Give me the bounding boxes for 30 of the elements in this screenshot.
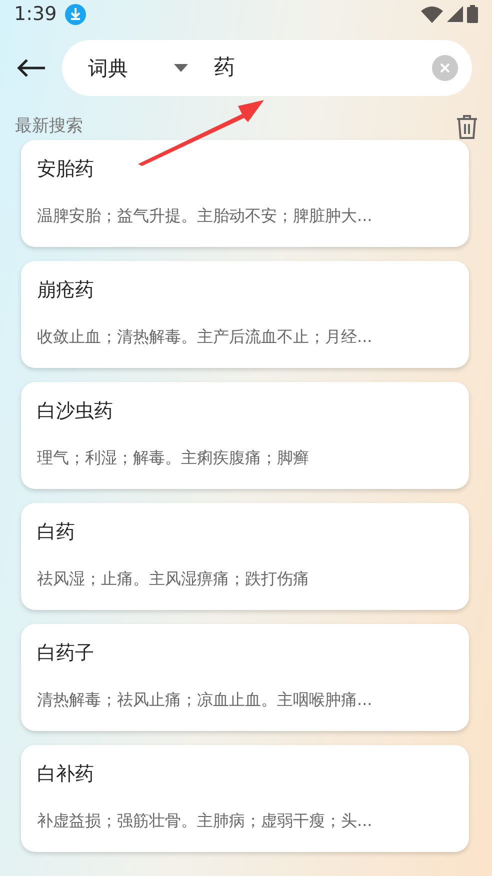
section-title: 最新搜索 — [15, 115, 83, 138]
result-card[interactable]: 白药 祛风湿；止痛。主风湿痹痛；跌打伤痛 — [21, 503, 469, 610]
result-word: 白药 — [37, 520, 76, 545]
result-definition: 温脾安胎；益气升提。主胎动不安；脾脏肿大... — [37, 205, 374, 227]
signal-icon — [447, 6, 463, 22]
close-icon — [440, 62, 450, 72]
result-card[interactable]: 白药子 清热解毒；祛风止痛；凉血止血。主咽喉肿痛... — [21, 624, 469, 731]
back-icon[interactable] — [16, 58, 46, 78]
scope-dropdown[interactable]: 词典 — [88, 52, 174, 82]
result-word: 白药子 — [37, 641, 95, 666]
delete-icon[interactable] — [456, 115, 478, 139]
download-icon — [64, 4, 86, 24]
result-word: 白补药 — [37, 762, 95, 787]
status-time: 1:39 — [14, 2, 57, 27]
search-field[interactable]: 词典 药 — [62, 40, 472, 96]
result-definition: 理气；利湿；解毒。主痢疾腹痛；脚癣 — [37, 447, 310, 469]
result-word: 安胎药 — [37, 157, 95, 182]
result-card[interactable]: 崩疮药 收敛止血；清热解毒。主产后流血不止；月经... — [21, 261, 469, 368]
result-card[interactable]: 白补药 补虚益损；强筋壮骨。主肺病；虚弱干瘦；头... — [21, 745, 469, 852]
result-definition: 收敛止血；清热解毒。主产后流血不止；月经... — [37, 326, 374, 348]
result-definition: 补虚益损；强筋壮骨。主肺病；虚弱干瘦；头... — [37, 810, 374, 832]
result-definition: 清热解毒；祛风止痛；凉血止血。主咽喉肿痛... — [37, 689, 374, 711]
battery-icon — [467, 5, 478, 23]
result-card[interactable]: 安胎药 温脾安胎；益气升提。主胎动不安；脾脏肿大... — [21, 140, 469, 247]
result-card[interactable]: 白沙虫药 理气；利湿；解毒。主痢疾腹痛；脚癣 — [21, 382, 469, 489]
result-word: 白沙虫药 — [37, 399, 114, 424]
dropdown-caret-icon — [174, 64, 188, 72]
wifi-icon — [421, 6, 443, 22]
result-word: 崩疮药 — [37, 278, 95, 303]
result-definition: 祛风湿；止痛。主风湿痹痛；跌打伤痛 — [37, 568, 310, 590]
